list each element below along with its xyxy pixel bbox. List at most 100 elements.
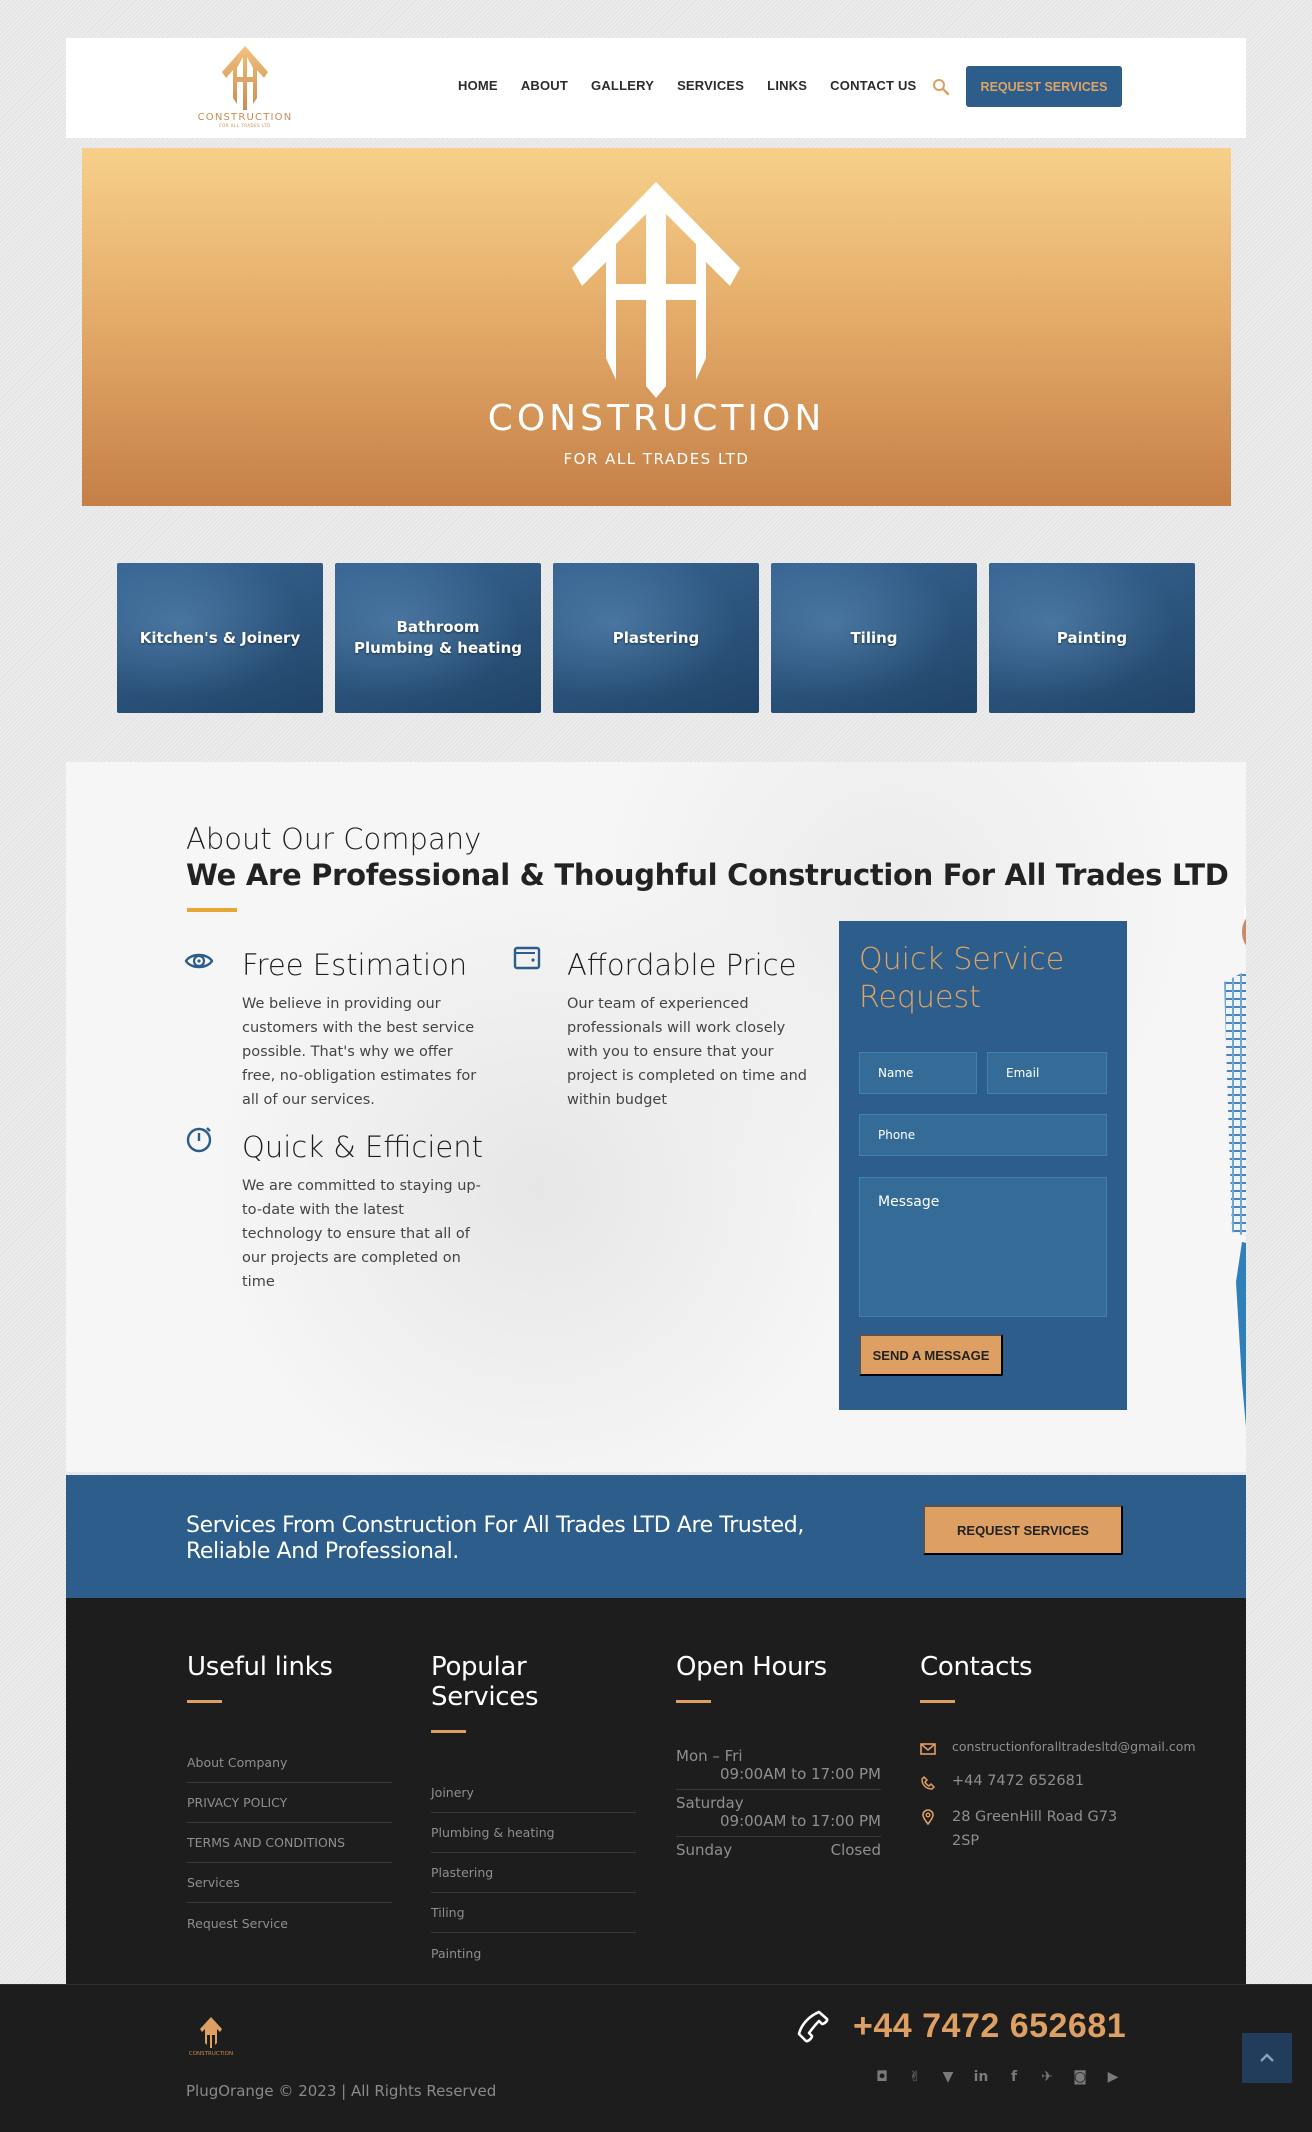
hours-row: Sunday Closed	[676, 1837, 881, 1865]
about-kicker: About Our Company	[186, 822, 482, 856]
hours-time: Closed	[830, 1841, 881, 1859]
tile-label: Bathroom Plumbing & heating	[354, 618, 522, 657]
envelope-icon	[920, 1743, 936, 1755]
contact-phone-text[interactable]: +44 7472 652681	[952, 1773, 1084, 1791]
nav-gallery[interactable]: GALLERY	[591, 78, 654, 93]
gitlab-icon[interactable]: ▼	[940, 2069, 956, 2085]
hero-banner: CONSTRUCTION FOR ALL TRADES LTD	[82, 148, 1231, 506]
title-underline	[187, 908, 237, 912]
service-tiles: Kitchen's & Joinery Bathroom Plumbing & …	[117, 563, 1195, 713]
feature-text: We are committed to staying up-to-date w…	[242, 1178, 481, 1290]
nav-links[interactable]: LINKS	[767, 78, 807, 93]
nav-home[interactable]: HOME	[458, 78, 498, 93]
name-input[interactable]: Name	[859, 1052, 977, 1094]
footer-link[interactable]: Plumbing & heating	[431, 1813, 636, 1853]
contact-email-text[interactable]: constructionforalltradesltd@gmail.com	[952, 1739, 1196, 1757]
contact-phone: +44 7472 652681	[920, 1773, 1220, 1791]
service-tile-plastering[interactable]: Plastering	[553, 563, 759, 713]
instagram-icon[interactable]: ◙	[1072, 2069, 1088, 2085]
footer: Useful links About Company PRIVACY POLIC…	[66, 1598, 1246, 1984]
wallet-icon	[513, 946, 541, 970]
email-input[interactable]: Email	[987, 1052, 1107, 1094]
footer-link[interactable]: Tiling	[431, 1893, 636, 1933]
nav-services[interactable]: SERVICES	[677, 78, 744, 93]
copyright: PlugOrange © 2023 | All Rights Reserved	[186, 2082, 497, 2100]
service-tile-tiling[interactable]: Tiling	[771, 563, 977, 713]
request-services-button[interactable]: REQUEST SERVICES	[966, 66, 1122, 107]
footer-link[interactable]: Request Service	[187, 1903, 392, 1943]
footer-useful-links: Useful links About Company PRIVACY POLIC…	[187, 1652, 392, 1943]
about-section: About Our Company We Are Professional & …	[66, 762, 1246, 1472]
cta-band: Services From Construction For All Trade…	[66, 1475, 1246, 1598]
hours-row: Mon – Fri 09:00AM to 17:00 PM	[676, 1743, 881, 1790]
footer-heading: Useful links	[187, 1652, 333, 1682]
hours-time: 09:00AM to 17:00 PM	[719, 1765, 881, 1783]
back-to-top-button[interactable]	[1242, 2033, 1292, 2083]
map-pin-icon	[922, 1809, 934, 1825]
main-nav: HOME ABOUT GALLERY SERVICES LINKS CONTAC…	[458, 78, 939, 93]
cta-text: Services From Construction For All Trade…	[186, 1513, 804, 1564]
peace-icon[interactable]: ✌	[907, 2069, 923, 2085]
feature-title: Free Estimation	[242, 948, 468, 982]
phone-icon	[921, 1775, 936, 1790]
footer-popular-services: Popular Services Joinery Plumbing & heat…	[431, 1652, 636, 1973]
footer-link[interactable]: Painting	[431, 1933, 636, 1973]
phone-input[interactable]: Phone	[859, 1114, 1107, 1156]
footer-link[interactable]: TERMS AND CONDITIONS	[187, 1823, 392, 1863]
message-textarea[interactable]: Message	[859, 1177, 1107, 1317]
tile-label: Tiling	[850, 628, 898, 647]
chevron-up-icon	[1260, 2053, 1274, 2062]
big-phone-number[interactable]: +44 7472 652681	[853, 2007, 1126, 2046]
search-icon[interactable]	[932, 78, 950, 96]
heading-underline	[187, 1700, 222, 1703]
hours-day: Sunday	[676, 1841, 733, 1859]
youtube-icon[interactable]: ▶	[1105, 2069, 1121, 2085]
phone-icon	[797, 2010, 829, 2042]
about-title: We Are Professional & Thoughful Construc…	[186, 858, 1229, 892]
service-tile-bathroom[interactable]: Bathroom Plumbing & heating	[335, 563, 541, 713]
hero-title: CONSTRUCTION	[487, 398, 826, 439]
hours-day: Saturday	[676, 1794, 744, 1812]
logo-tagline: FOR ALL TRADES LTD	[219, 123, 271, 128]
cta-request-services-button[interactable]: REQUEST SERVICES	[923, 1505, 1123, 1555]
site-logo[interactable]: CONSTRUCTION FOR ALL TRADES LTD	[190, 44, 300, 136]
social-links: ◘ ✌ ▼ in f ✈ ◙ ▶	[874, 2069, 1121, 2085]
stopwatch-icon	[186, 1127, 212, 1153]
contact-address-text: 28 GreenHill Road G73 2SP	[952, 1809, 1118, 1849]
footer-heading: Popular Services	[431, 1652, 539, 1712]
bottom-bar: CONSTRUCTION PlugOrange © 2023 | All Rig…	[0, 1984, 1312, 2132]
hours-day: Mon – Fri	[676, 1747, 743, 1765]
nav-contact-us[interactable]: CONTACT US	[830, 78, 916, 93]
footer-link[interactable]: Services	[187, 1863, 392, 1903]
heading-underline	[431, 1730, 466, 1733]
hours-row: Saturday 09:00AM to 17:00 PM	[676, 1790, 881, 1837]
footer-logo[interactable]: CONSTRUCTION	[186, 2015, 236, 2057]
footer-link[interactable]: About Company	[187, 1743, 392, 1783]
service-tile-kitchens-joinery[interactable]: Kitchen's & Joinery	[117, 563, 323, 713]
twitter-icon[interactable]: ✈	[1039, 2069, 1055, 2085]
form-title: Quick Service Request	[859, 942, 1065, 1015]
logo-name: CONSTRUCTION	[197, 112, 293, 123]
feature-text: Our team of experienced professionals wi…	[567, 996, 807, 1108]
service-tile-painting[interactable]: Painting	[989, 563, 1195, 713]
heading-underline	[676, 1700, 711, 1703]
send-message-button[interactable]: SEND A MESSAGE	[859, 1334, 1003, 1376]
linkedin-icon[interactable]: in	[973, 2069, 989, 2085]
footer-logo-text: CONSTRUCTION	[189, 2051, 233, 2057]
footer-link[interactable]: Joinery	[431, 1773, 636, 1813]
footer-heading: Open Hours	[676, 1652, 827, 1682]
delicious-icon[interactable]: ◘	[874, 2069, 890, 2085]
quick-service-request-form: Quick Service Request Name Email Phone M…	[839, 921, 1127, 1410]
footer-open-hours: Open Hours Mon – Fri 09:00AM to 17:00 PM…	[676, 1652, 881, 1865]
facebook-icon[interactable]: f	[1006, 2069, 1022, 2085]
footer-contacts: Contacts constructionforalltradesltd@gma…	[920, 1652, 1220, 1869]
nav-about[interactable]: ABOUT	[521, 78, 568, 93]
tile-label: Painting	[1056, 628, 1128, 647]
contact-address: 28 GreenHill Road G73 2SP	[920, 1807, 1220, 1853]
feature-title: Quick & Efficient	[242, 1130, 484, 1164]
footer-link[interactable]: PRIVACY POLICY	[187, 1783, 392, 1823]
big-phone[interactable]: +44 7472 652681	[795, 2007, 1126, 2046]
footer-link[interactable]: Plastering	[431, 1853, 636, 1893]
feature-title: Affordable Price	[567, 948, 797, 982]
eye-icon	[184, 953, 214, 969]
